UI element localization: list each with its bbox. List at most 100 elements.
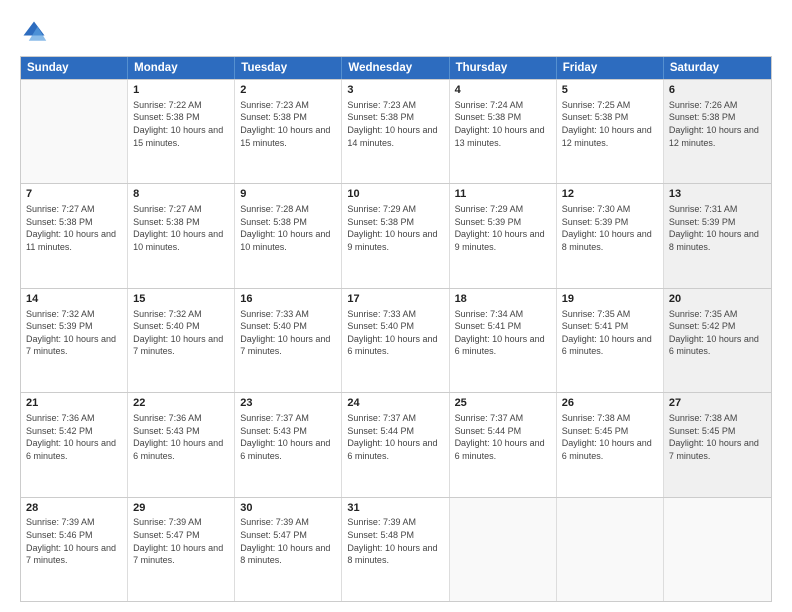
cal-cell-4-3: 23Sunrise: 7:37 AM Sunset: 5:43 PM Dayli… bbox=[235, 393, 342, 496]
cal-header-wednesday: Wednesday bbox=[342, 57, 449, 79]
day-info: Sunrise: 7:37 AM Sunset: 5:44 PM Dayligh… bbox=[455, 412, 551, 462]
cal-cell-3-5: 18Sunrise: 7:34 AM Sunset: 5:41 PM Dayli… bbox=[450, 289, 557, 392]
day-info: Sunrise: 7:29 AM Sunset: 5:38 PM Dayligh… bbox=[347, 203, 443, 253]
day-number: 15 bbox=[133, 292, 229, 307]
day-info: Sunrise: 7:35 AM Sunset: 5:41 PM Dayligh… bbox=[562, 308, 658, 358]
cal-cell-4-2: 22Sunrise: 7:36 AM Sunset: 5:43 PM Dayli… bbox=[128, 393, 235, 496]
day-number: 26 bbox=[562, 396, 658, 411]
cal-cell-5-1: 28Sunrise: 7:39 AM Sunset: 5:46 PM Dayli… bbox=[21, 498, 128, 601]
day-number: 11 bbox=[455, 187, 551, 202]
day-info: Sunrise: 7:36 AM Sunset: 5:43 PM Dayligh… bbox=[133, 412, 229, 462]
day-info: Sunrise: 7:23 AM Sunset: 5:38 PM Dayligh… bbox=[347, 99, 443, 149]
day-info: Sunrise: 7:26 AM Sunset: 5:38 PM Dayligh… bbox=[669, 99, 766, 149]
day-number: 23 bbox=[240, 396, 336, 411]
cal-header-sunday: Sunday bbox=[21, 57, 128, 79]
day-info: Sunrise: 7:37 AM Sunset: 5:43 PM Dayligh… bbox=[240, 412, 336, 462]
cal-cell-1-3: 2Sunrise: 7:23 AM Sunset: 5:38 PM Daylig… bbox=[235, 80, 342, 183]
calendar-body: 1Sunrise: 7:22 AM Sunset: 5:38 PM Daylig… bbox=[21, 79, 771, 601]
day-number: 31 bbox=[347, 501, 443, 516]
cal-cell-4-1: 21Sunrise: 7:36 AM Sunset: 5:42 PM Dayli… bbox=[21, 393, 128, 496]
calendar: SundayMondayTuesdayWednesdayThursdayFrid… bbox=[20, 56, 772, 602]
calendar-header-row: SundayMondayTuesdayWednesdayThursdayFrid… bbox=[21, 57, 771, 79]
cal-week-2: 7Sunrise: 7:27 AM Sunset: 5:38 PM Daylig… bbox=[21, 183, 771, 287]
day-number: 13 bbox=[669, 187, 766, 202]
logo-icon bbox=[20, 18, 48, 46]
day-info: Sunrise: 7:27 AM Sunset: 5:38 PM Dayligh… bbox=[26, 203, 122, 253]
day-number: 29 bbox=[133, 501, 229, 516]
cal-cell-5-4: 31Sunrise: 7:39 AM Sunset: 5:48 PM Dayli… bbox=[342, 498, 449, 601]
cal-cell-1-5: 4Sunrise: 7:24 AM Sunset: 5:38 PM Daylig… bbox=[450, 80, 557, 183]
day-number: 2 bbox=[240, 83, 336, 98]
day-number: 4 bbox=[455, 83, 551, 98]
cal-cell-2-4: 10Sunrise: 7:29 AM Sunset: 5:38 PM Dayli… bbox=[342, 184, 449, 287]
day-info: Sunrise: 7:38 AM Sunset: 5:45 PM Dayligh… bbox=[562, 412, 658, 462]
cal-cell-2-7: 13Sunrise: 7:31 AM Sunset: 5:39 PM Dayli… bbox=[664, 184, 771, 287]
cal-cell-3-3: 16Sunrise: 7:33 AM Sunset: 5:40 PM Dayli… bbox=[235, 289, 342, 392]
day-number: 10 bbox=[347, 187, 443, 202]
day-info: Sunrise: 7:24 AM Sunset: 5:38 PM Dayligh… bbox=[455, 99, 551, 149]
day-info: Sunrise: 7:33 AM Sunset: 5:40 PM Dayligh… bbox=[347, 308, 443, 358]
day-number: 30 bbox=[240, 501, 336, 516]
day-number: 22 bbox=[133, 396, 229, 411]
day-info: Sunrise: 7:39 AM Sunset: 5:48 PM Dayligh… bbox=[347, 516, 443, 566]
cal-cell-1-4: 3Sunrise: 7:23 AM Sunset: 5:38 PM Daylig… bbox=[342, 80, 449, 183]
day-number: 19 bbox=[562, 292, 658, 307]
day-info: Sunrise: 7:35 AM Sunset: 5:42 PM Dayligh… bbox=[669, 308, 766, 358]
cal-cell-5-6 bbox=[557, 498, 664, 601]
cal-week-4: 21Sunrise: 7:36 AM Sunset: 5:42 PM Dayli… bbox=[21, 392, 771, 496]
cal-cell-4-5: 25Sunrise: 7:37 AM Sunset: 5:44 PM Dayli… bbox=[450, 393, 557, 496]
day-info: Sunrise: 7:32 AM Sunset: 5:39 PM Dayligh… bbox=[26, 308, 122, 358]
cal-cell-2-3: 9Sunrise: 7:28 AM Sunset: 5:38 PM Daylig… bbox=[235, 184, 342, 287]
cal-cell-5-7 bbox=[664, 498, 771, 601]
day-number: 21 bbox=[26, 396, 122, 411]
day-info: Sunrise: 7:22 AM Sunset: 5:38 PM Dayligh… bbox=[133, 99, 229, 149]
day-number: 1 bbox=[133, 83, 229, 98]
cal-header-saturday: Saturday bbox=[664, 57, 771, 79]
day-number: 3 bbox=[347, 83, 443, 98]
day-number: 25 bbox=[455, 396, 551, 411]
day-number: 7 bbox=[26, 187, 122, 202]
day-number: 24 bbox=[347, 396, 443, 411]
cal-cell-1-7: 6Sunrise: 7:26 AM Sunset: 5:38 PM Daylig… bbox=[664, 80, 771, 183]
cal-cell-1-6: 5Sunrise: 7:25 AM Sunset: 5:38 PM Daylig… bbox=[557, 80, 664, 183]
day-info: Sunrise: 7:39 AM Sunset: 5:46 PM Dayligh… bbox=[26, 516, 122, 566]
day-number: 9 bbox=[240, 187, 336, 202]
cal-week-5: 28Sunrise: 7:39 AM Sunset: 5:46 PM Dayli… bbox=[21, 497, 771, 601]
day-number: 14 bbox=[26, 292, 122, 307]
header bbox=[20, 18, 772, 46]
day-number: 17 bbox=[347, 292, 443, 307]
day-number: 5 bbox=[562, 83, 658, 98]
cal-cell-2-2: 8Sunrise: 7:27 AM Sunset: 5:38 PM Daylig… bbox=[128, 184, 235, 287]
cal-header-tuesday: Tuesday bbox=[235, 57, 342, 79]
day-number: 16 bbox=[240, 292, 336, 307]
day-info: Sunrise: 7:36 AM Sunset: 5:42 PM Dayligh… bbox=[26, 412, 122, 462]
day-info: Sunrise: 7:25 AM Sunset: 5:38 PM Dayligh… bbox=[562, 99, 658, 149]
day-number: 28 bbox=[26, 501, 122, 516]
cal-header-monday: Monday bbox=[128, 57, 235, 79]
cal-cell-2-5: 11Sunrise: 7:29 AM Sunset: 5:39 PM Dayli… bbox=[450, 184, 557, 287]
cal-cell-2-1: 7Sunrise: 7:27 AM Sunset: 5:38 PM Daylig… bbox=[21, 184, 128, 287]
day-number: 8 bbox=[133, 187, 229, 202]
cal-week-3: 14Sunrise: 7:32 AM Sunset: 5:39 PM Dayli… bbox=[21, 288, 771, 392]
day-info: Sunrise: 7:38 AM Sunset: 5:45 PM Dayligh… bbox=[669, 412, 766, 462]
day-info: Sunrise: 7:39 AM Sunset: 5:47 PM Dayligh… bbox=[133, 516, 229, 566]
cal-cell-4-6: 26Sunrise: 7:38 AM Sunset: 5:45 PM Dayli… bbox=[557, 393, 664, 496]
day-number: 6 bbox=[669, 83, 766, 98]
cal-cell-3-1: 14Sunrise: 7:32 AM Sunset: 5:39 PM Dayli… bbox=[21, 289, 128, 392]
day-info: Sunrise: 7:28 AM Sunset: 5:38 PM Dayligh… bbox=[240, 203, 336, 253]
cal-header-friday: Friday bbox=[557, 57, 664, 79]
cal-week-1: 1Sunrise: 7:22 AM Sunset: 5:38 PM Daylig… bbox=[21, 79, 771, 183]
cal-header-thursday: Thursday bbox=[450, 57, 557, 79]
cal-cell-4-4: 24Sunrise: 7:37 AM Sunset: 5:44 PM Dayli… bbox=[342, 393, 449, 496]
day-number: 12 bbox=[562, 187, 658, 202]
day-number: 18 bbox=[455, 292, 551, 307]
day-info: Sunrise: 7:27 AM Sunset: 5:38 PM Dayligh… bbox=[133, 203, 229, 253]
day-info: Sunrise: 7:23 AM Sunset: 5:38 PM Dayligh… bbox=[240, 99, 336, 149]
cal-cell-2-6: 12Sunrise: 7:30 AM Sunset: 5:39 PM Dayli… bbox=[557, 184, 664, 287]
day-info: Sunrise: 7:34 AM Sunset: 5:41 PM Dayligh… bbox=[455, 308, 551, 358]
cal-cell-5-2: 29Sunrise: 7:39 AM Sunset: 5:47 PM Dayli… bbox=[128, 498, 235, 601]
cal-cell-3-6: 19Sunrise: 7:35 AM Sunset: 5:41 PM Dayli… bbox=[557, 289, 664, 392]
day-info: Sunrise: 7:30 AM Sunset: 5:39 PM Dayligh… bbox=[562, 203, 658, 253]
cal-cell-1-2: 1Sunrise: 7:22 AM Sunset: 5:38 PM Daylig… bbox=[128, 80, 235, 183]
cal-cell-3-2: 15Sunrise: 7:32 AM Sunset: 5:40 PM Dayli… bbox=[128, 289, 235, 392]
